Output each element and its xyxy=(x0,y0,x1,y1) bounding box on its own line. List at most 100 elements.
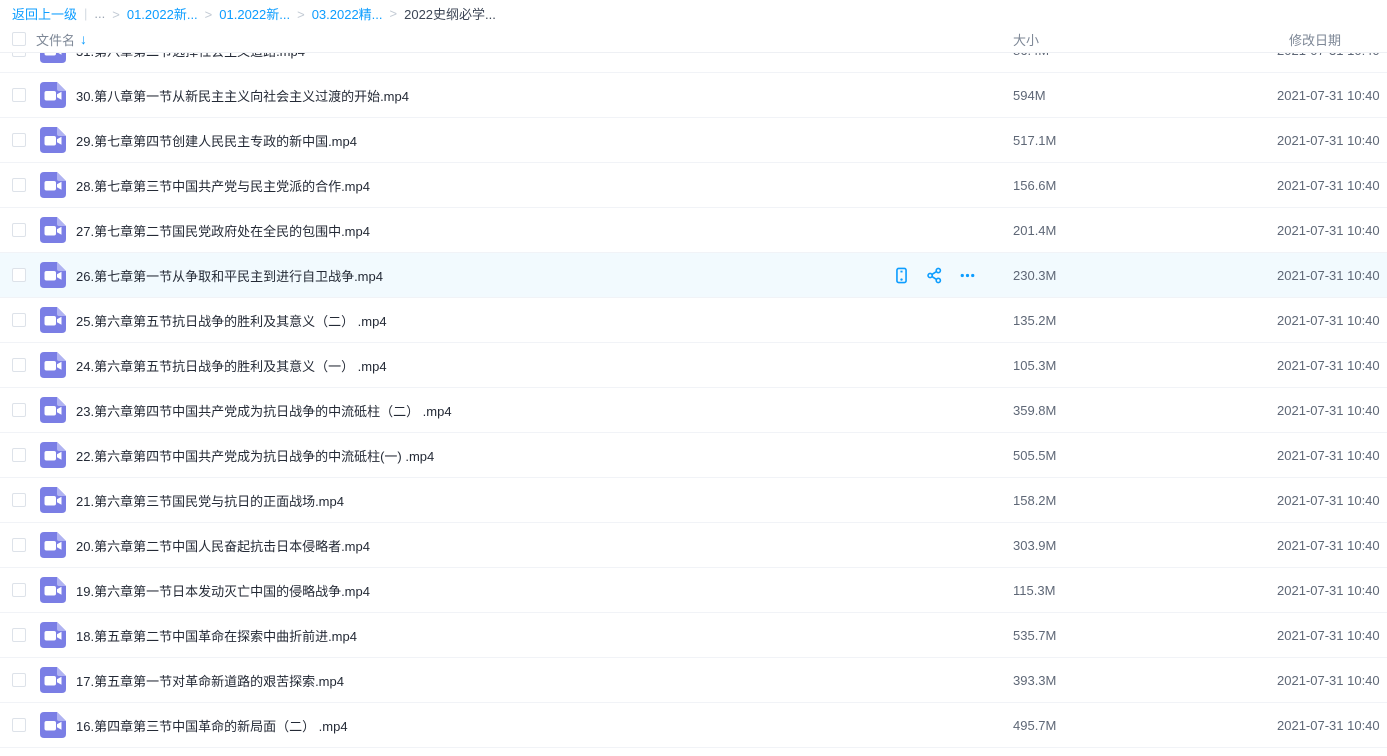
file-icon-cell xyxy=(40,532,76,558)
row-checkbox[interactable] xyxy=(12,583,26,597)
file-date: 2021-07-31 10:40 xyxy=(1277,88,1387,103)
file-name[interactable]: 19.第六章第一节日本发动灭亡中国的侵略战争.mp4 xyxy=(76,581,370,600)
file-icon-cell xyxy=(40,307,76,333)
table-row[interactable]: 25.第六章第五节抗日战争的胜利及其意义（二） .mp4 135.2M 2021… xyxy=(0,298,1387,343)
file-name[interactable]: 17.第五章第一节对革命新道路的艰苦探索.mp4 xyxy=(76,671,344,690)
file-name-cell: 26.第七章第一节从争取和平民主到进行自卫战争.mp4 xyxy=(76,266,1013,285)
file-name[interactable]: 29.第七章第四节创建人民民主专政的新中国.mp4 xyxy=(76,131,357,150)
file-icon-cell xyxy=(40,82,76,108)
file-date: 2021-07-31 10:40 xyxy=(1277,358,1387,373)
row-checkbox-cell xyxy=(0,313,40,327)
file-name[interactable]: 21.第六章第三节国民党与抗日的正面战场.mp4 xyxy=(76,491,344,510)
table-row[interactable]: 23.第六章第四节中国共产党成为抗日战争的中流砥柱（二） .mp4 359.8M… xyxy=(0,388,1387,433)
table-row[interactable]: 26.第七章第一节从争取和平民主到进行自卫战争.mp4 xyxy=(0,253,1387,298)
row-checkbox[interactable] xyxy=(12,493,26,507)
file-name[interactable]: 20.第六章第二节中国人民奋起抗击日本侵略者.mp4 xyxy=(76,536,370,555)
table-row[interactable]: 28.第七章第三节中国共产党与民主党派的合作.mp4 156.6M 2021-0… xyxy=(0,163,1387,208)
row-checkbox[interactable] xyxy=(12,538,26,552)
table-row[interactable]: 27.第七章第二节国民党政府处在全民的包围中.mp4 201.4M 2021-0… xyxy=(0,208,1387,253)
file-icon-cell xyxy=(40,622,76,648)
row-checkbox[interactable] xyxy=(12,88,26,102)
row-checkbox[interactable] xyxy=(12,268,26,282)
table-row[interactable]: 16.第四章第三节中国革命的新局面（二） .mp4 495.7M 2021-07… xyxy=(0,703,1387,748)
table-row[interactable]: 20.第六章第二节中国人民奋起抗击日本侵略者.mp4 303.9M 2021-0… xyxy=(0,523,1387,568)
share-icon[interactable] xyxy=(925,266,944,285)
file-name[interactable]: 28.第七章第三节中国共产党与民主党派的合作.mp4 xyxy=(76,176,370,195)
file-size: 535.7M xyxy=(1013,628,1277,643)
row-checkbox-cell xyxy=(0,88,40,102)
file-size: 135.2M xyxy=(1013,313,1277,328)
file-name[interactable]: 22.第六章第四节中国共产党成为抗日战争的中流砥柱(一) .mp4 xyxy=(76,446,434,465)
back-to-parent-link[interactable]: 返回上一级 xyxy=(12,4,77,23)
breadcrumb-link[interactable]: 03.2022精... xyxy=(312,7,383,22)
video-file-icon xyxy=(40,172,66,198)
table-row[interactable]: 19.第六章第一节日本发动灭亡中国的侵略战争.mp4 115.3M 2021-0… xyxy=(0,568,1387,613)
file-icon-cell xyxy=(40,667,76,693)
file-date: 2021-07-31 10:40 xyxy=(1277,493,1387,508)
breadcrumb-divider: | xyxy=(84,6,87,21)
video-file-icon xyxy=(40,127,66,153)
file-size: 359.8M xyxy=(1013,403,1277,418)
row-checkbox[interactable] xyxy=(12,133,26,147)
row-checkbox-cell xyxy=(0,268,40,282)
row-checkbox-cell xyxy=(0,223,40,237)
row-checkbox[interactable] xyxy=(12,628,26,642)
breadcrumb-link[interactable]: 01.2022新... xyxy=(127,7,198,22)
table-row[interactable]: 22.第六章第四节中国共产党成为抗日战争的中流砥柱(一) .mp4 505.5M… xyxy=(0,433,1387,478)
file-size: 393.3M xyxy=(1013,673,1277,688)
file-size: 115.3M xyxy=(1013,583,1277,598)
row-checkbox-cell xyxy=(0,493,40,507)
table-row[interactable]: 31.第八章第二节选择社会主义道路.mp4 86.4M 2021-07-31 1… xyxy=(0,53,1387,73)
file-size: 495.7M xyxy=(1013,718,1277,733)
file-size: 201.4M xyxy=(1013,223,1277,238)
file-date: 2021-07-31 10:40 xyxy=(1277,313,1387,328)
table-row[interactable]: 17.第五章第一节对革命新道路的艰苦探索.mp4 393.3M 2021-07-… xyxy=(0,658,1387,703)
file-icon-cell xyxy=(40,442,76,468)
breadcrumb-link[interactable]: 01.2022新... xyxy=(219,7,290,22)
video-file-icon xyxy=(40,262,66,288)
file-name[interactable]: 31.第八章第二节选择社会主义道路.mp4 xyxy=(76,53,305,60)
file-name-cell: 30.第八章第一节从新民主主义向社会主义过渡的开始.mp4 xyxy=(76,86,1013,105)
breadcrumb-collapsed-ellipsis[interactable]: ... xyxy=(94,6,105,21)
table-row[interactable]: 21.第六章第三节国民党与抗日的正面战场.mp4 158.2M 2021-07-… xyxy=(0,478,1387,523)
more-icon[interactable] xyxy=(958,266,977,285)
file-name[interactable]: 26.第七章第一节从争取和平民主到进行自卫战争.mp4 xyxy=(76,266,383,285)
table-row[interactable]: 24.第六章第五节抗日战争的胜利及其意义（一） .mp4 105.3M 2021… xyxy=(0,343,1387,388)
file-name[interactable]: 27.第七章第二节国民党政府处在全民的包围中.mp4 xyxy=(76,221,370,240)
sort-descending-icon[interactable]: ↓ xyxy=(80,31,87,47)
file-name[interactable]: 25.第六章第五节抗日战争的胜利及其意义（二） .mp4 xyxy=(76,311,387,330)
row-checkbox[interactable] xyxy=(12,448,26,462)
file-name[interactable]: 16.第四章第三节中国革命的新局面（二） .mp4 xyxy=(76,716,348,735)
row-checkbox[interactable] xyxy=(12,673,26,687)
breadcrumb-separator: > xyxy=(205,7,213,22)
file-icon-cell xyxy=(40,577,76,603)
row-checkbox[interactable] xyxy=(12,53,26,57)
column-header-filename[interactable]: 文件名 ↓ xyxy=(36,30,1013,49)
row-checkbox[interactable] xyxy=(12,403,26,417)
table-row[interactable]: 30.第八章第一节从新民主主义向社会主义过渡的开始.mp4 594M 2021-… xyxy=(0,73,1387,118)
send-to-device-icon[interactable] xyxy=(892,266,911,285)
video-file-icon xyxy=(40,622,66,648)
row-checkbox[interactable] xyxy=(12,223,26,237)
row-checkbox[interactable] xyxy=(12,718,26,732)
row-checkbox[interactable] xyxy=(12,313,26,327)
row-checkbox-cell xyxy=(0,133,40,147)
table-row[interactable]: 29.第七章第四节创建人民民主专政的新中国.mp4 517.1M 2021-07… xyxy=(0,118,1387,163)
column-header-date[interactable]: 修改日期 xyxy=(1277,30,1387,49)
table-row[interactable]: 18.第五章第二节中国革命在探索中曲折前进.mp4 535.7M 2021-07… xyxy=(0,613,1387,658)
select-all-cell xyxy=(0,32,40,46)
file-date: 2021-07-31 10:40 xyxy=(1277,178,1387,193)
select-all-checkbox[interactable] xyxy=(12,32,26,46)
file-name[interactable]: 18.第五章第二节中国革命在探索中曲折前进.mp4 xyxy=(76,626,357,645)
row-checkbox[interactable] xyxy=(12,358,26,372)
file-date: 2021-07-31 10:40 xyxy=(1277,53,1387,58)
file-name[interactable]: 24.第六章第五节抗日战争的胜利及其意义（一） .mp4 xyxy=(76,356,387,375)
column-header-size[interactable]: 大小 xyxy=(1013,30,1277,49)
file-size: 517.1M xyxy=(1013,133,1277,148)
file-name-cell: 31.第八章第二节选择社会主义道路.mp4 xyxy=(76,53,1013,60)
file-name[interactable]: 23.第六章第四节中国共产党成为抗日战争的中流砥柱（二） .mp4 xyxy=(76,401,452,420)
row-checkbox-cell xyxy=(0,583,40,597)
video-file-icon xyxy=(40,352,66,378)
row-checkbox[interactable] xyxy=(12,178,26,192)
file-name[interactable]: 30.第八章第一节从新民主主义向社会主义过渡的开始.mp4 xyxy=(76,86,409,105)
